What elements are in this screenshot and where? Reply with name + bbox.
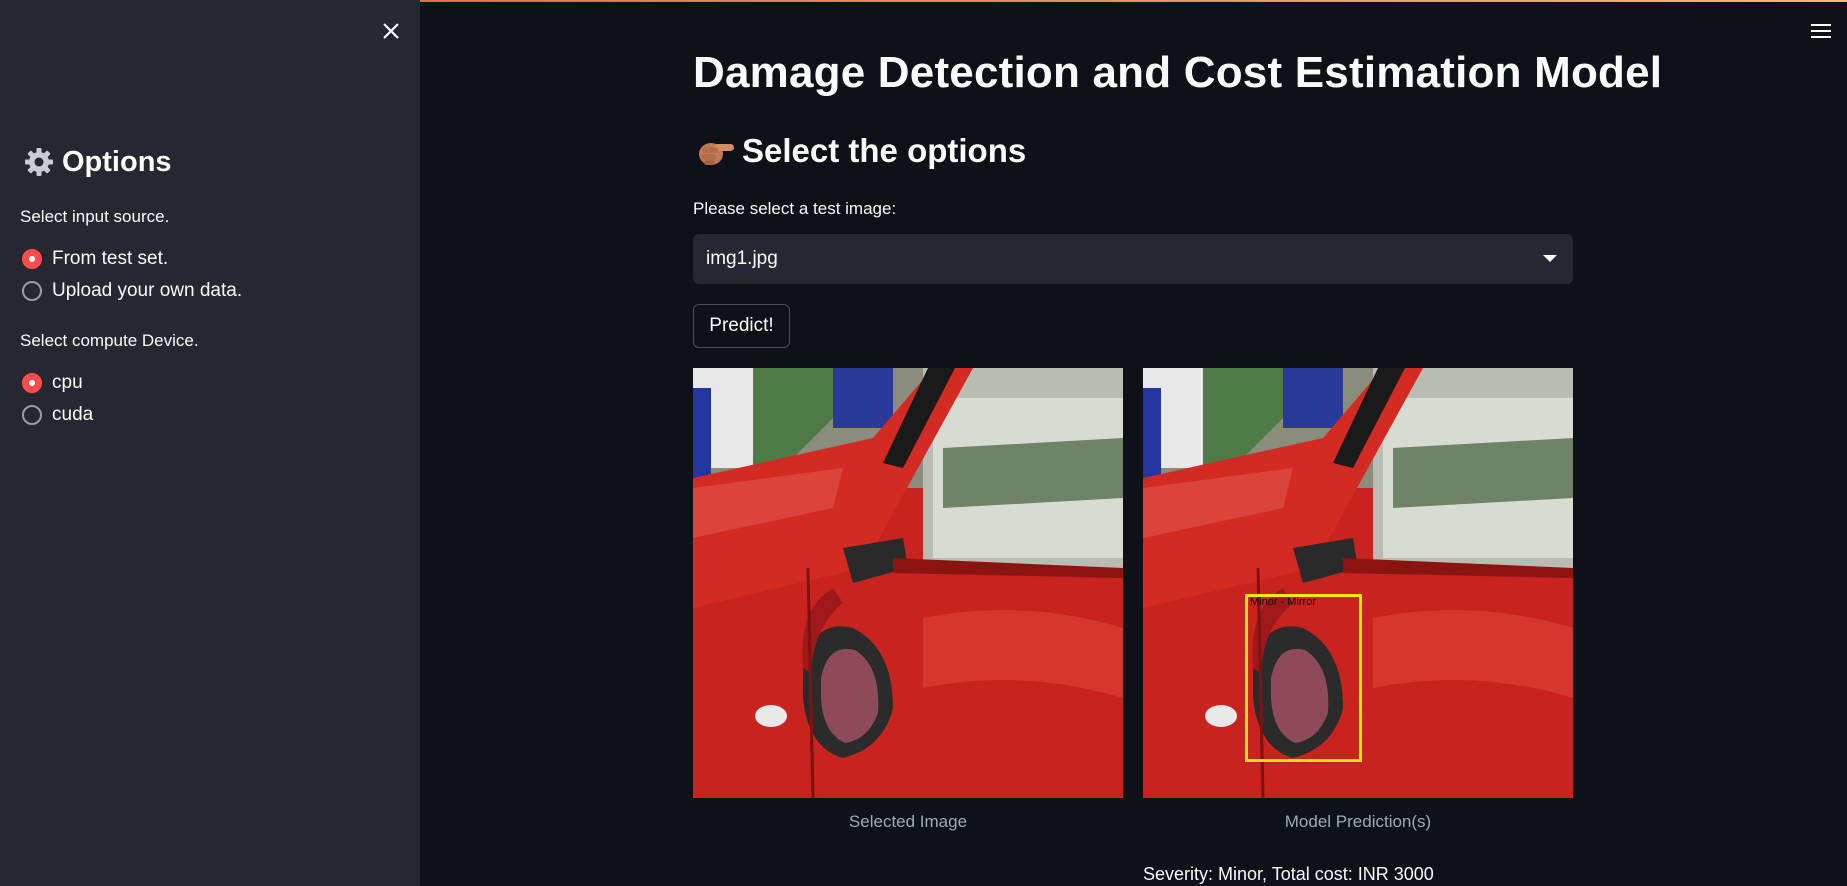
radio-unselected-indicator[interactable] (22, 405, 42, 425)
selected-image-caption: Selected Image (848, 812, 968, 831)
radio-selected-indicator[interactable] (22, 373, 42, 393)
sidebar: Options Select input source. From test s… (0, 0, 420, 886)
section-heading-text: Select the options (742, 132, 1027, 169)
prediction-image: Minor - Mirror (1143, 368, 1573, 798)
hamburger-menu-icon (1811, 24, 1831, 38)
result-summary: Severity: Minor, Total cost: INR 3000 (1143, 864, 1434, 884)
section-heading: Select the options (696, 132, 1026, 170)
selected-image (693, 368, 1123, 798)
radio-cuda[interactable]: cuda (22, 404, 93, 426)
radio-label: Upload your own data. (52, 280, 243, 301)
pointing-hand-icon (699, 143, 734, 165)
radio-selected-indicator[interactable] (22, 249, 42, 269)
predict-button[interactable]: Predict! (693, 304, 790, 348)
radio-upload-own-data[interactable]: Upload your own data. (22, 280, 242, 302)
test-image-select[interactable]: img1.jpg (693, 234, 1573, 284)
radio-unselected-indicator[interactable] (22, 281, 42, 301)
main-menu-button[interactable] (1810, 22, 1832, 40)
sidebar-title-text: Options (62, 145, 172, 178)
page-title: Damage Detection and Cost Estimation Mod… (693, 48, 1663, 97)
sidebar-title: Options (22, 145, 172, 179)
select-value: img1.jpg (706, 248, 778, 269)
radio-label: From test set. (52, 248, 169, 269)
select-image-label: Please select a test image: (693, 199, 897, 218)
radio-from-test-set[interactable]: From test set. (22, 248, 168, 270)
radio-cpu[interactable]: cpu (22, 372, 83, 394)
device-label: Select compute Device. (20, 331, 199, 350)
input-source-label: Select input source. (20, 207, 170, 226)
close-icon (383, 23, 399, 39)
prediction-image-caption: Model Prediction(s) (1284, 812, 1432, 831)
radio-label: cuda (52, 404, 94, 425)
chevron-down-icon (1543, 255, 1557, 262)
detection-bounding-box: Minor - Mirror (1245, 594, 1362, 762)
detection-label: Minor - Mirror (1250, 596, 1316, 608)
gear-icon (25, 148, 53, 176)
car-photo (693, 368, 1123, 798)
close-sidebar-button[interactable] (378, 18, 404, 44)
radio-label: cpu (52, 372, 83, 393)
